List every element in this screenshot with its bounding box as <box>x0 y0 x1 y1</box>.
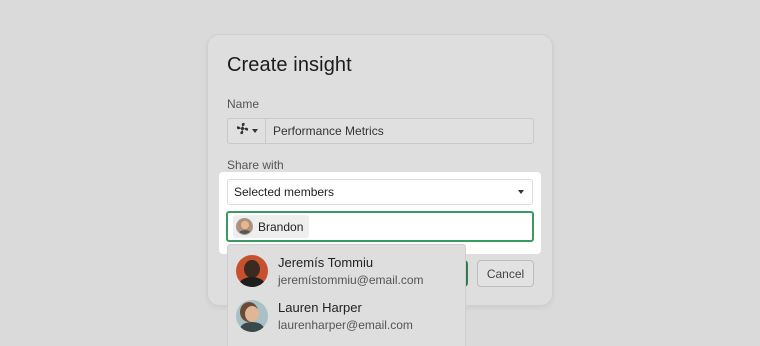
list-item[interactable]: Lauren Harper laurenharper@email.com <box>236 300 413 332</box>
option-email: jeremístommiu@email.com <box>278 273 424 287</box>
name-label: Name <box>227 97 260 111</box>
name-input[interactable]: Performance Metrics <box>266 124 384 138</box>
share-select-value: Selected members <box>234 185 335 199</box>
share-with-label: Share with <box>227 158 284 172</box>
option-name: Jeremís Tommiu <box>278 255 374 270</box>
member-chip[interactable]: Brandon <box>233 215 310 238</box>
list-item[interactable]: Jeremís Tommiu jeremístommiu@email.com <box>236 255 424 287</box>
member-search-input[interactable]: Brandon <box>226 211 534 242</box>
chevron-down-icon <box>518 190 524 194</box>
option-name: Lauren Harper <box>278 300 362 315</box>
avatar <box>236 255 268 287</box>
fan-icon <box>236 122 249 140</box>
avatar <box>236 218 253 235</box>
share-panel: Selected members Brandon <box>219 172 541 254</box>
chevron-down-icon <box>251 129 258 133</box>
name-field: Performance Metrics <box>227 118 534 144</box>
option-email: laurenharper@email.com <box>278 318 413 332</box>
member-dropdown: Jeremís Tommiu jeremístommiu@email.com L… <box>227 244 466 346</box>
share-with-select[interactable]: Selected members <box>227 179 533 205</box>
member-chip-label: Brandon <box>258 219 304 234</box>
icon-picker-button[interactable] <box>228 119 266 143</box>
dialog-title: Create insight <box>227 54 352 76</box>
cancel-button[interactable]: Cancel <box>477 260 534 287</box>
avatar <box>236 300 268 332</box>
